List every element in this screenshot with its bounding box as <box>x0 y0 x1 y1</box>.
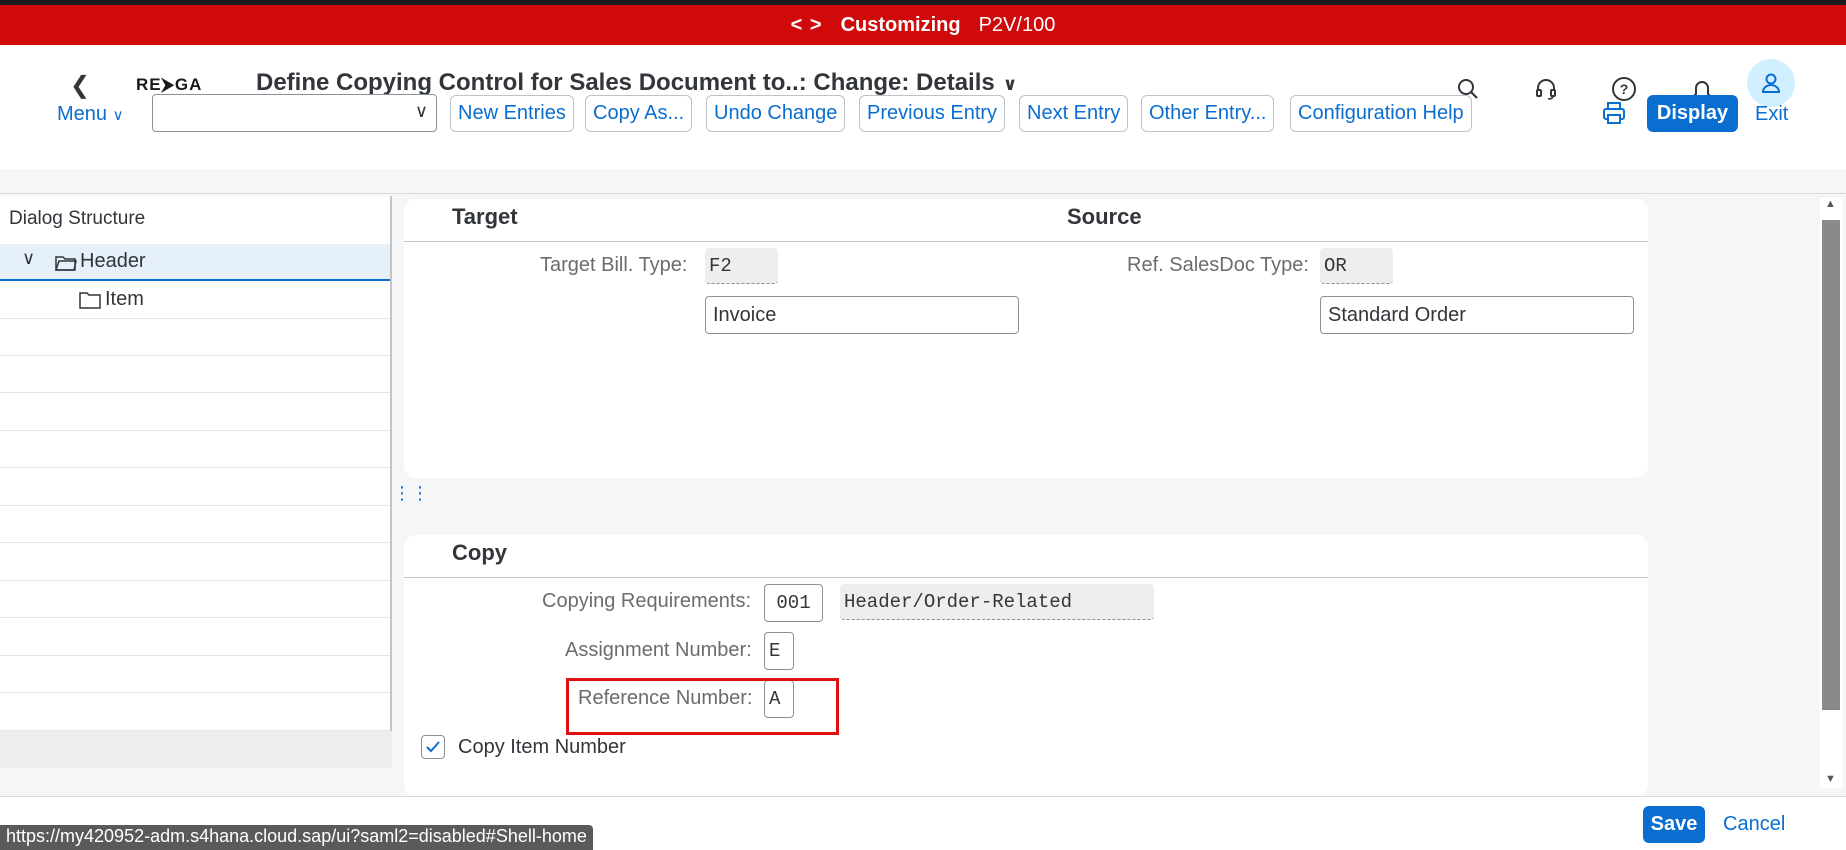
exit-button[interactable]: Exit <box>1755 103 1788 126</box>
source-heading: Source <box>1067 204 1142 229</box>
scrollbar-thumb[interactable] <box>1822 220 1840 710</box>
save-button[interactable]: Save <box>1643 806 1705 843</box>
tree-empty-row <box>0 581 390 618</box>
target-bill-type-label: Target Bill. Type: <box>540 254 688 276</box>
tree-empty-row <box>0 506 390 543</box>
chevron-down-icon[interactable]: ∨ <box>22 248 35 269</box>
previous-entry-button[interactable]: Previous Entry <box>859 95 1006 132</box>
splitter-handle-icon[interactable]: ⋮⋮ <box>393 483 429 504</box>
copy-heading: Copy <box>452 540 507 565</box>
tree-item-item[interactable]: Item <box>0 282 390 319</box>
back-icon[interactable]: ❮ <box>70 71 90 100</box>
header-divider <box>0 193 1846 194</box>
svg-text:?: ? <box>1620 81 1629 97</box>
headset-icon[interactable] <box>1526 69 1566 109</box>
tree-empty-row <box>0 319 390 356</box>
logo-text: RE⮞GA <box>136 75 203 94</box>
copying-requirements-field[interactable]: 001 <box>764 584 823 622</box>
other-entry-button[interactable]: Other Entry... <box>1141 95 1275 132</box>
highlight-box <box>566 678 839 735</box>
system-bar: < > Customizing P2V/100 <box>0 5 1846 45</box>
next-entry-button[interactable]: Next Entry <box>1019 95 1129 132</box>
tree-empty-row <box>0 544 390 581</box>
tree-empty-row <box>0 394 390 431</box>
folder-icon <box>78 290 102 315</box>
ref-salesdoc-type-field[interactable]: OR <box>1320 248 1393 284</box>
dialog-structure-title: Dialog Structure <box>9 208 146 229</box>
tree-empty-row <box>0 431 390 468</box>
checkmark-icon <box>426 741 440 753</box>
target-source-panel: Target Source <box>404 199 1648 478</box>
target-bill-type-description[interactable]: Invoice <box>705 296 1019 334</box>
cancel-button[interactable]: Cancel <box>1723 813 1785 836</box>
copy-as-button[interactable]: Copy As... <box>585 95 693 132</box>
undo-change-button[interactable]: Undo Change <box>706 95 846 132</box>
status-url: https://my420952-adm.s4hana.cloud.sap/ui… <box>0 825 593 850</box>
scroll-down-icon[interactable]: ▼ <box>1825 773 1836 785</box>
shell-header: ❮ RE⮞GA energy Define Copying Control fo… <box>0 45 1846 169</box>
tree-empty-row <box>0 469 390 506</box>
chevron-down-icon: ∨ <box>1002 74 1018 94</box>
copy-item-number-checkbox[interactable] <box>421 735 445 759</box>
copy-item-number-label: Copy Item Number <box>458 736 626 758</box>
tree-empty-row <box>0 656 390 693</box>
menu-label: Menu <box>57 103 108 125</box>
new-entries-button[interactable]: New Entries <box>450 95 574 132</box>
dialog-structure-pane: Dialog Structure ∨ Header Item <box>0 196 392 731</box>
tree-item-label: Header <box>80 250 146 272</box>
ref-salesdoc-type-label: Ref. SalesDoc Type: <box>1127 254 1309 276</box>
page-title-text: Define Copying Control for Sales Documen… <box>256 69 995 96</box>
chevron-down-icon[interactable]: ∨ <box>415 101 428 122</box>
display-button[interactable]: Display <box>1647 95 1738 132</box>
user-icon[interactable] <box>1747 59 1795 107</box>
tree-empty-row <box>0 619 390 656</box>
system-id: P2V/100 <box>978 13 1056 36</box>
panel-divider <box>404 577 1648 578</box>
tree-item-header[interactable]: ∨ Header <box>0 244 390 281</box>
tree-item-label: Item <box>105 288 144 310</box>
code-brackets-icon: < > <box>790 13 823 36</box>
assignment-number-field[interactable]: E <box>764 632 794 670</box>
folder-open-icon <box>54 252 78 277</box>
copying-requirements-label: Copying Requirements: <box>542 590 751 612</box>
panel-divider <box>404 241 1648 242</box>
ref-salesdoc-type-description[interactable]: Standard Order <box>1320 296 1634 334</box>
target-heading: Target <box>452 204 518 229</box>
chevron-down-icon: ∨ <box>112 107 124 124</box>
tree-empty-row <box>0 356 390 393</box>
scroll-up-icon[interactable]: ▲ <box>1825 198 1836 210</box>
assignment-number-label: Assignment Number: <box>565 639 752 661</box>
command-field[interactable]: ∨ <box>152 94 437 132</box>
app-window: < > Customizing P2V/100 ❮ RE⮞GA energy D… <box>0 0 1846 850</box>
dialog-structure-footer <box>0 731 392 768</box>
system-bar-title: Customizing <box>840 13 961 36</box>
page-title[interactable]: Define Copying Control for Sales Documen… <box>256 69 1017 97</box>
print-icon[interactable] <box>1601 100 1627 131</box>
menu-button[interactable]: Menu ∨ <box>57 103 124 126</box>
target-bill-type-field[interactable]: F2 <box>705 248 778 284</box>
configuration-help-button[interactable]: Configuration Help <box>1290 95 1472 132</box>
tree-empty-row <box>0 694 390 731</box>
company-logo[interactable]: RE⮞GA energy <box>136 75 204 100</box>
copying-requirements-description: Header/Order-Related <box>840 584 1154 620</box>
